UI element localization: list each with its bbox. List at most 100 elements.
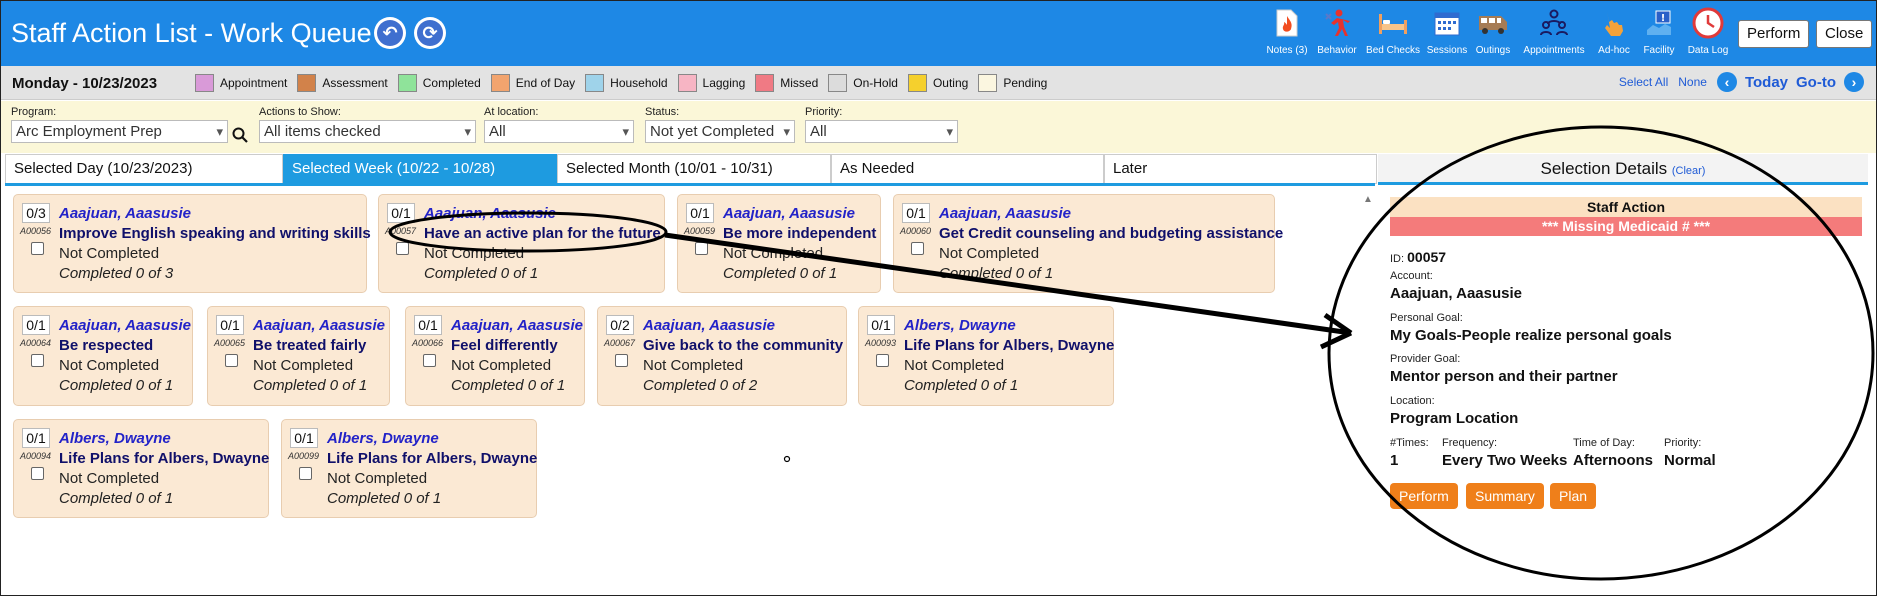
action-card[interactable]: 0/1 A00099 Albers, Dwayne Life Plans for… [281, 419, 537, 518]
search-icon[interactable] [232, 127, 248, 143]
van-icon [1477, 7, 1509, 39]
cursor-dot [783, 455, 791, 463]
card-checkbox[interactable] [396, 242, 409, 255]
detail-id-label: ID: 00057 [1390, 249, 1447, 265]
bed-icon [1377, 7, 1409, 39]
clock-icon [1692, 7, 1724, 39]
legend-completed: Completed [397, 74, 481, 92]
behavior-button[interactable]: Behavior [1306, 7, 1368, 63]
undo-icon: ↶ [377, 20, 403, 46]
priority-select[interactable]: All [805, 120, 958, 143]
detail-account: Aaajuan, Aaasusie [1390, 285, 1523, 302]
date-nav: Select All None ‹ Today Go-to › [1619, 72, 1864, 92]
status-legend: Appointment Assessment Completed End of … [195, 74, 1057, 92]
status-filter: Status: Not yet Completed [645, 106, 795, 143]
select-all-link[interactable]: Select All [1619, 75, 1668, 89]
legend-outing: Outing [907, 74, 968, 92]
tab-as-needed[interactable]: As Needed [831, 154, 1104, 184]
goto-link[interactable]: Go-to [1796, 74, 1836, 91]
action-card[interactable]: 0/1 A00066 Aaajuan, Aaasusie Feel differ… [405, 306, 585, 406]
legend-missed: Missed [755, 74, 818, 92]
action-card[interactable]: 0/1 A00094 Albers, Dwayne Life Plans for… [13, 419, 269, 518]
period-tabs: Selected Day (10/23/2023) Selected Week … [5, 154, 1377, 184]
perform-header-button[interactable]: Perform [1738, 20, 1810, 48]
appointments-button[interactable]: Appointments [1523, 7, 1585, 63]
selection-details-header: Selection Details (Clear) [1378, 154, 1868, 185]
card-checkbox[interactable] [31, 242, 44, 255]
action-card[interactable]: 0/2 A00067 Aaajuan, Aaasusie Give back t… [597, 306, 847, 406]
refresh-button[interactable]: ⟳ [414, 17, 446, 49]
action-card[interactable]: 0/1 A00057 Aaajuan, Aaasusie Have an act… [378, 194, 665, 293]
undo-button[interactable]: ↶ [374, 17, 406, 49]
select-none-link[interactable]: None [1678, 75, 1707, 89]
legend-pending: Pending [978, 74, 1047, 92]
app-header: Staff Action List - Work Queue ↶ ⟳ Notes… [1, 1, 1876, 66]
bed-checks-button[interactable]: Bed Checks [1362, 7, 1424, 63]
priority-filter: Priority: All [805, 106, 958, 143]
current-date: Monday - 10/23/2023 [12, 75, 158, 92]
page-title: Staff Action List - Work Queue [11, 18, 372, 48]
card-checkbox[interactable] [695, 242, 708, 255]
tab-selected-day[interactable]: Selected Day (10/23/2023) [5, 154, 283, 184]
action-card[interactable]: 0/1 A00059 Aaajuan, Aaasusie Be more ind… [677, 194, 881, 293]
action-card[interactable]: 0/3 A00056 Aaajuan, Aaasusie Improve Eng… [13, 194, 371, 293]
detail-plan-button[interactable]: Plan [1550, 483, 1597, 509]
missing-medicaid-alert: *** Missing Medicaid # *** [1390, 217, 1862, 236]
actions-select[interactable]: All items checked [259, 120, 476, 143]
detail-priority: Normal [1664, 452, 1716, 469]
clear-selection-link[interactable]: (Clear) [1672, 165, 1706, 177]
legend-bar: Monday - 10/23/2023 Appointment Assessme… [1, 66, 1876, 100]
staff-action-title: Staff Action [1390, 197, 1862, 217]
tab-later[interactable]: Later [1104, 154, 1377, 184]
detail-summary-button[interactable]: Summary [1466, 483, 1544, 509]
prev-date-icon[interactable]: ‹ [1716, 72, 1737, 92]
detail-frequency: Every Two Weeks [1442, 452, 1568, 469]
tab-selected-month[interactable]: Selected Month (10/01 - 10/31) [557, 154, 831, 184]
action-card[interactable]: 0/1 A00064 Aaajuan, Aaasusie Be respecte… [13, 306, 193, 406]
card-checkbox[interactable] [615, 354, 628, 367]
close-button[interactable]: Close [1816, 20, 1873, 48]
location-filter: At location: All [484, 106, 634, 143]
tab-selected-week[interactable]: Selected Week (10/22 - 10/28) [283, 154, 557, 184]
annotation-arrowhead [1319, 312, 1353, 350]
location-select[interactable]: All [484, 120, 634, 143]
card-checkbox[interactable] [225, 354, 238, 367]
card-checkbox[interactable] [31, 354, 44, 367]
detail-provider-goal: Mentor person and their partner [1390, 368, 1618, 385]
legend-on-hold: On-Hold [828, 74, 898, 92]
actions-filter: Actions to Show: All items checked [259, 106, 476, 143]
card-checkbox[interactable] [31, 467, 44, 480]
filter-bar: Program: Arc Employment Prep Actions to … [1, 101, 1876, 153]
action-card[interactable]: 0/1 A00093 Albers, Dwayne Life Plans for… [858, 306, 1114, 406]
notes-icon [1271, 7, 1303, 39]
svg-text:!: ! [1661, 13, 1666, 24]
action-card[interactable]: 0/1 A00060 Aaajuan, Aaasusie Get Credit … [893, 194, 1283, 293]
status-select[interactable]: Not yet Completed [645, 120, 795, 143]
tabs-underline [5, 183, 1375, 186]
data-log-button[interactable]: Data Log [1677, 7, 1739, 63]
program-filter: Program: Arc Employment Prep [11, 106, 228, 143]
legend-household: Household [585, 74, 668, 92]
detail-time-of-day: Afternoons [1573, 452, 1653, 469]
card-checkbox[interactable] [876, 354, 889, 367]
card-checkbox[interactable] [423, 354, 436, 367]
facility-icon: ! [1643, 7, 1675, 39]
program-select[interactable]: Arc Employment Prep [11, 120, 228, 143]
outings-button[interactable]: Outings [1462, 7, 1524, 63]
next-date-icon[interactable]: › [1844, 72, 1864, 92]
legend-lagging: Lagging [677, 74, 745, 92]
today-link[interactable]: Today [1745, 74, 1788, 91]
card-checkbox[interactable] [911, 242, 924, 255]
detail-perform-button[interactable]: Perform [1390, 483, 1458, 509]
calendar-icon [1431, 7, 1463, 39]
behavior-icon [1321, 7, 1353, 39]
legend-end-of-day: End of Day [490, 74, 575, 92]
detail-personal-goal: My Goals-People realize personal goals [1390, 327, 1672, 344]
legend-appointment: Appointment [195, 74, 287, 92]
action-card[interactable]: 0/1 A00065 Aaajuan, Aaasusie Be treated … [207, 306, 390, 406]
hand-icon [1598, 7, 1630, 39]
scroll-up-icon[interactable]: ▲ [1363, 194, 1373, 205]
refresh-icon: ⟳ [417, 20, 443, 46]
card-checkbox[interactable] [299, 467, 312, 480]
legend-assessment: Assessment [297, 74, 388, 92]
